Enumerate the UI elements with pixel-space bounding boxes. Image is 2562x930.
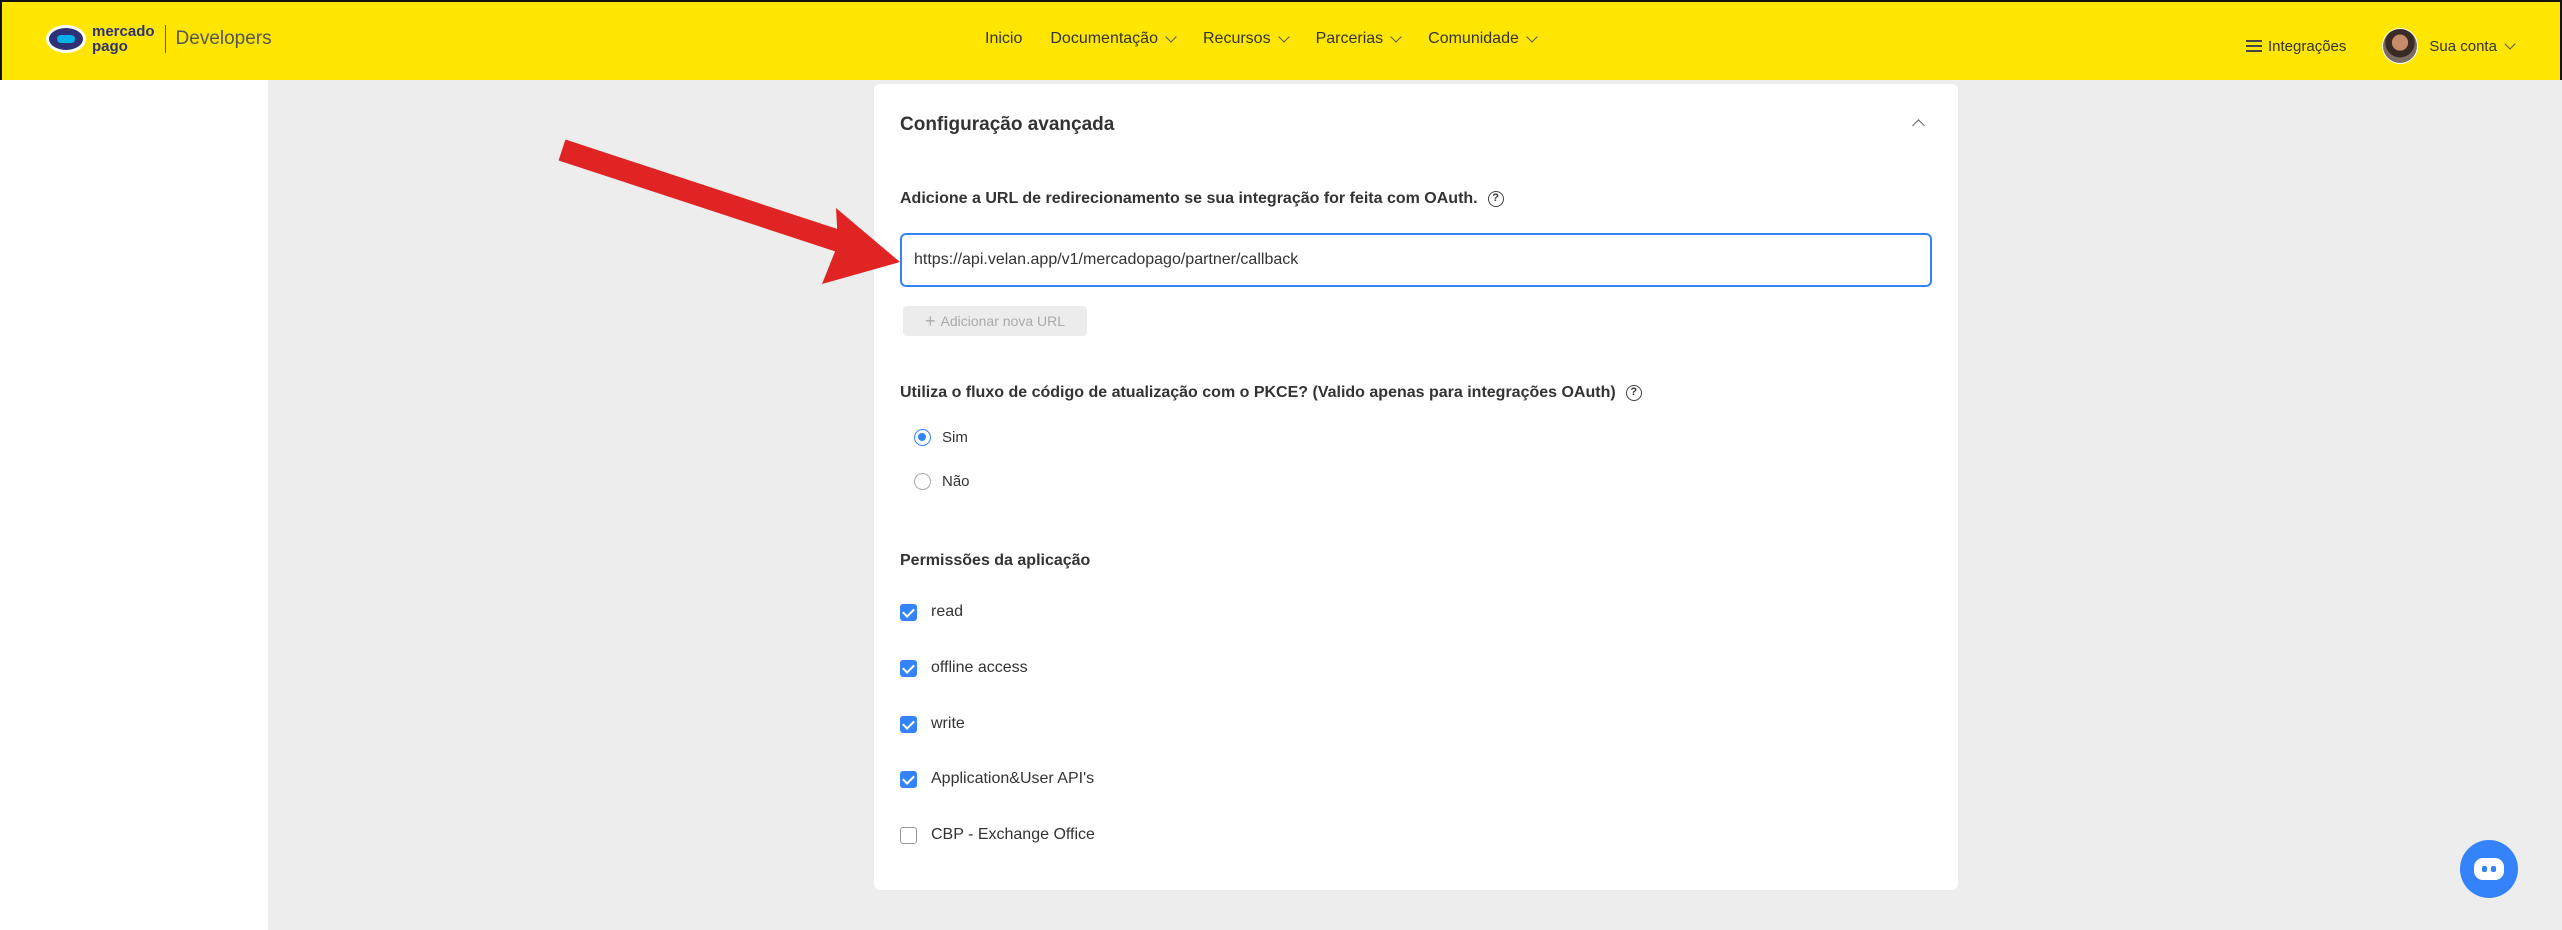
radio-label: Sim [942,429,968,446]
nav-label: Parcerias [1315,30,1384,47]
mercadopago-logo[interactable]: mercado pago Developers [46,24,272,54]
pkce-label-text: Utiliza o fluxo de código de atualização… [900,384,1616,401]
radio-unselected[interactable] [914,473,931,490]
checkbox-checked[interactable] [900,603,917,621]
checkbox-unchecked[interactable] [900,826,917,844]
checkbox-checked[interactable] [900,715,917,733]
nav-comunidade[interactable]: Comunidade [1428,30,1538,48]
chat-bot-icon [2474,858,2504,880]
nav-recursos[interactable]: Recursos [1202,30,1290,48]
chevron-down-icon [1277,30,1290,43]
chevron-down-icon [1526,30,1538,43]
permission-label: CBP - Exchange Office [931,826,1095,843]
nav-label: Recursos [1202,30,1271,47]
account-menu[interactable]: Sua conta [2429,37,2516,55]
logo-text-line1: mercado [92,23,155,40]
redirect-url-input[interactable] [900,233,1932,287]
chevron-up-icon[interactable] [1912,119,1925,132]
nav-label: Documentação [1050,30,1158,47]
checkbox-checked[interactable] [900,659,917,677]
help-icon[interactable]: ? [1625,385,1642,401]
header-right: Integrações Sua conta [2246,28,2516,64]
permission-label: offline access [931,659,1028,676]
pkce-label: Utiliza o fluxo de código de atualização… [900,384,1642,402]
logo-wordmark: mercado pago [92,24,155,54]
add-url-label: Adicionar nova URL [940,313,1066,329]
logo-text-line2: pago [92,38,128,55]
list-icon [2246,39,2262,53]
permission-label: write [931,715,965,732]
nav-label: Comunidade [1428,30,1519,47]
chat-bot-button[interactable] [2460,840,2518,898]
integrations-link[interactable]: Integrações [2246,38,2346,55]
logo-developers-label: Developers [175,28,272,49]
permission-label: read [931,603,964,620]
annotation-arrow-shaft [558,139,864,259]
account-label: Sua conta [2429,37,2497,55]
pkce-option-sim[interactable]: Sim [914,429,968,446]
plus-icon: + [924,310,936,331]
redirect-url-label: Adicione a URL de redirecionamento se su… [900,190,1504,208]
avatar[interactable] [2382,28,2419,64]
integrations-label: Integrações [2268,37,2347,55]
permissions-label-text: Permissões da aplicação [900,552,1091,569]
nav-inicio[interactable]: Inicio [985,30,1022,48]
add-url-button[interactable]: + Adicionar nova URL [903,306,1087,336]
chevron-down-icon [1165,30,1177,43]
permissions-label: Permissões da aplicação [900,552,1090,570]
permission-read[interactable]: read [900,603,963,621]
handshake-icon [46,25,86,53]
left-sidebar [0,80,268,930]
redirect-url-label-text: Adicione a URL de redirecionamento se su… [900,190,1478,207]
logo-divider [164,25,166,53]
nav-documentacao[interactable]: Documentação [1050,30,1177,48]
advanced-config-card: Configuração avançada Adicione a URL de … [874,84,1958,890]
pkce-option-nao[interactable]: Não [914,473,970,490]
permission-cbp-exchange-office[interactable]: CBP - Exchange Office [900,826,1095,844]
radio-label: Não [942,473,970,490]
permission-application-user-apis[interactable]: Application&User API's [900,770,1094,788]
nav-label: Inicio [985,30,1023,47]
permission-write[interactable]: write [900,715,965,733]
section-title: Configuração avançada [900,114,1115,135]
chevron-down-icon [2504,37,2516,50]
permission-label: Application&User API's [931,770,1095,787]
chevron-down-icon [1390,30,1402,43]
main-nav: Inicio Documentação Recursos Parcerias C… [985,30,1564,48]
help-icon[interactable]: ? [1487,191,1504,207]
permission-offline-access[interactable]: offline access [900,659,1028,677]
checkbox-checked[interactable] [900,770,917,788]
nav-parcerias[interactable]: Parcerias [1315,30,1402,48]
top-navbar: mercado pago Developers Inicio Documenta… [0,0,2562,80]
radio-selected[interactable] [914,429,931,446]
